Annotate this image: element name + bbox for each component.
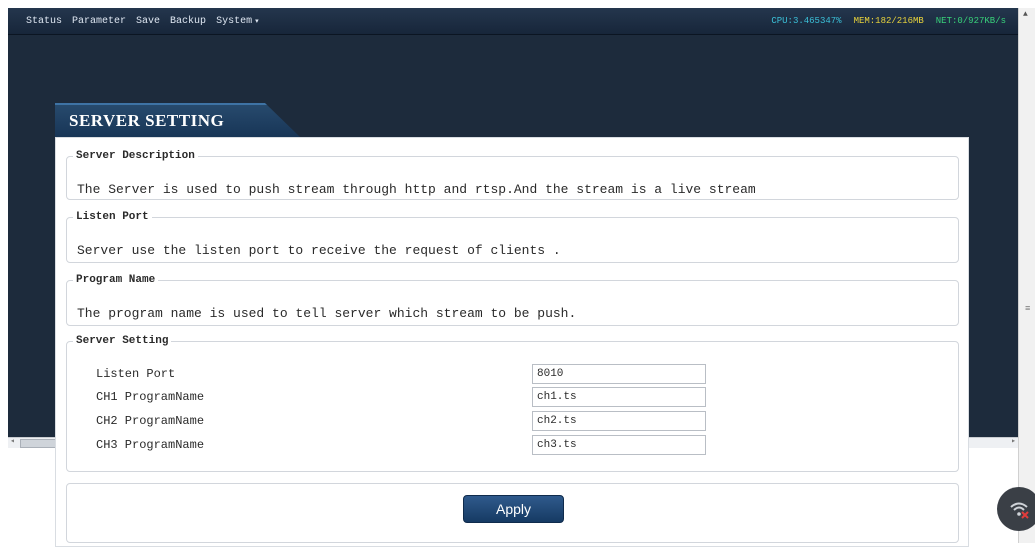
ch2-programname-label: CH2 ProgramName xyxy=(96,414,205,428)
vertical-scrollbar[interactable]: ▲ ≡ xyxy=(1018,8,1035,543)
server-setting-panel: Server Description The Server is used to… xyxy=(55,137,969,547)
memory-usage: MEM:182/216MB xyxy=(853,16,924,26)
program-name-text: The program name is used to tell server … xyxy=(77,306,577,321)
listen-port-group: Listen Port Server use the listen port t… xyxy=(66,211,959,263)
server-description-text: The Server is used to push stream throug… xyxy=(77,182,756,197)
nav-status[interactable]: Status xyxy=(26,16,62,27)
cpu-usage: CPU:3.465347% xyxy=(771,16,842,26)
ch3-programname-input[interactable] xyxy=(532,435,706,455)
listen-port-label: Listen Port xyxy=(96,367,176,381)
program-name-group: Program Name The program name is used to… xyxy=(66,274,959,326)
listen-port-input[interactable] xyxy=(532,364,706,384)
page-title: SERVER SETTING xyxy=(69,111,225,130)
ch1-programname-input[interactable] xyxy=(532,387,706,407)
nav-backup[interactable]: Backup xyxy=(170,16,206,27)
ch3-programname-row: CH3 ProgramName xyxy=(96,435,916,455)
server-setting-group: Server Setting Listen Port CH1 ProgramNa… xyxy=(66,335,959,472)
panel-tab: SERVER SETTING xyxy=(55,103,300,137)
server-description-group: Server Description The Server is used to… xyxy=(66,150,959,200)
server-setting-legend: Server Setting xyxy=(76,335,169,347)
scroll-up-icon[interactable]: ▲ xyxy=(1023,10,1028,19)
listen-port-row: Listen Port xyxy=(96,364,916,384)
ch3-programname-label: CH3 ProgramName xyxy=(96,438,205,452)
nav-parameter[interactable]: Parameter xyxy=(72,16,126,27)
listen-port-legend: Listen Port xyxy=(76,211,149,223)
floating-network-button[interactable] xyxy=(997,487,1035,531)
nav-save[interactable]: Save xyxy=(136,16,160,27)
apply-button[interactable]: Apply xyxy=(463,495,564,523)
nav-system[interactable]: System ▾ xyxy=(216,16,259,27)
scroll-grip-icon[interactable]: ≡ xyxy=(1025,304,1030,314)
nav-system-label: System xyxy=(216,15,253,27)
server-description-legend: Server Description xyxy=(76,150,195,162)
wifi-off-icon xyxy=(1010,502,1029,519)
chevron-down-icon: ▾ xyxy=(255,17,259,26)
scroll-left-icon[interactable]: ◂ xyxy=(10,436,15,446)
ch2-programname-row: CH2 ProgramName xyxy=(96,411,916,431)
listen-port-text: Server use the listen port to receive th… xyxy=(77,243,561,258)
ch1-programname-row: CH1 ProgramName xyxy=(96,387,916,407)
ch1-programname-label: CH1 ProgramName xyxy=(96,390,205,404)
system-stats: CPU:3.465347% MEM:182/216MB NET:0/927KB/… xyxy=(759,8,1006,34)
program-name-legend: Program Name xyxy=(76,274,156,286)
top-nav-bar: Status Parameter Save Backup System ▾ CPU… xyxy=(8,8,1018,35)
ch2-programname-input[interactable] xyxy=(532,411,706,431)
main-menu: Status Parameter Save Backup System ▾ xyxy=(26,8,269,34)
action-bar: Apply xyxy=(66,483,959,543)
scroll-right-icon[interactable]: ▸ xyxy=(1011,436,1016,446)
network-usage: NET:0/927KB/s xyxy=(935,16,1006,26)
